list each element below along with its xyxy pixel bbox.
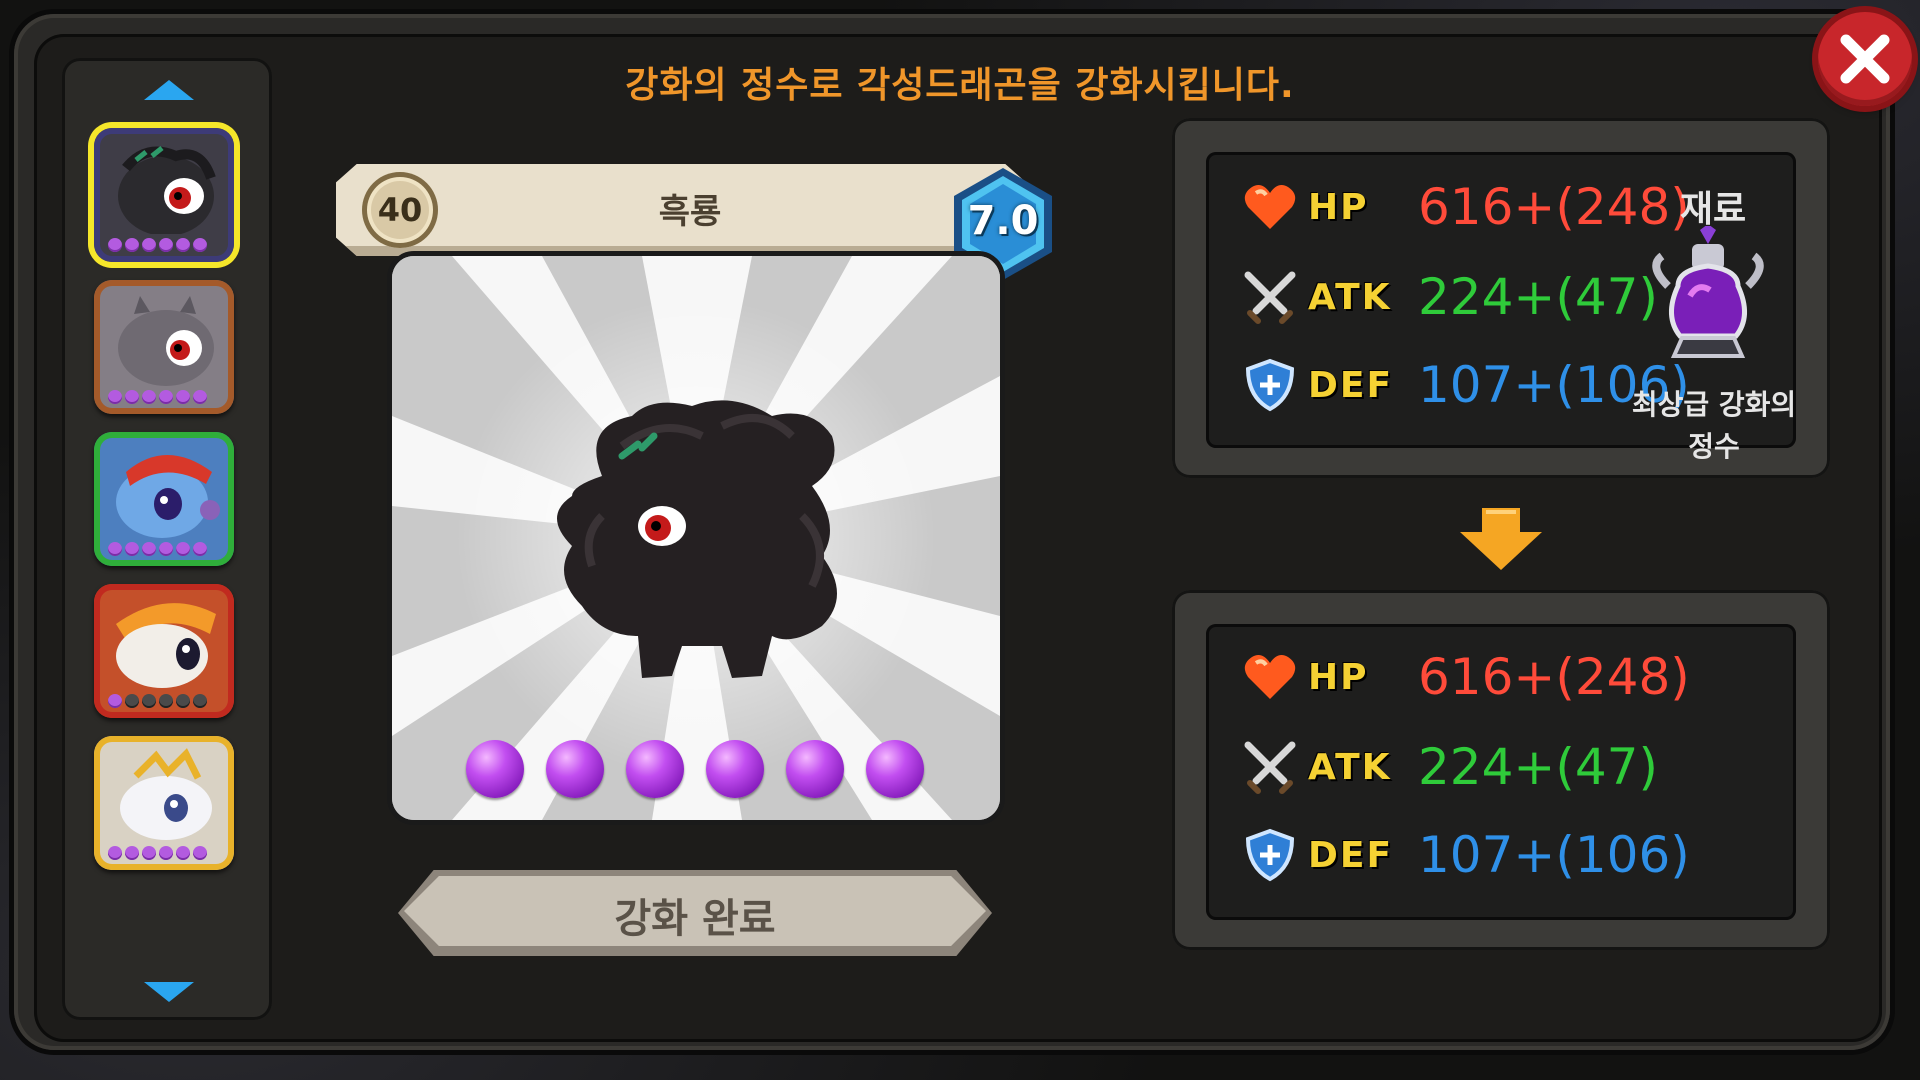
shield-icon bbox=[1245, 358, 1295, 412]
orb-6 bbox=[866, 740, 924, 798]
stat-value-def: 107+(106) bbox=[1418, 826, 1690, 884]
crossed-swords-icon bbox=[1244, 271, 1296, 324]
orb-1 bbox=[466, 740, 524, 798]
orb-3 bbox=[626, 740, 684, 798]
crossed-swords-icon bbox=[1244, 741, 1296, 794]
close-button[interactable] bbox=[1818, 12, 1912, 106]
stat-row-hp: HP 616+(248) bbox=[1242, 172, 1690, 242]
stats-after-inner: HP 616+(248) ATK 224+(47) DEF 107+(106) bbox=[1206, 624, 1796, 920]
dragon-slot-4[interactable] bbox=[94, 584, 234, 718]
stat-label-hp: HP bbox=[1308, 186, 1369, 228]
dragon-slot-3[interactable] bbox=[94, 432, 234, 566]
stat-label-def: DEF bbox=[1308, 364, 1394, 406]
star-rating bbox=[108, 542, 207, 556]
arrow-up-icon bbox=[144, 80, 194, 100]
level-badge: 40 bbox=[362, 172, 438, 248]
enhancement-essence-icon bbox=[1652, 226, 1764, 358]
stat-value-atk: 224+(47) bbox=[1418, 738, 1658, 796]
evolution-orbs bbox=[466, 740, 924, 798]
arrow-down-icon bbox=[144, 982, 194, 1002]
dragon-list[interactable] bbox=[62, 58, 272, 1020]
blue-dragon-avatar bbox=[116, 455, 220, 538]
scroll-down-button[interactable] bbox=[142, 980, 196, 1004]
material-label: 재료 bbox=[1679, 189, 1747, 230]
dragon-slot-1[interactable] bbox=[94, 128, 234, 262]
dragon-portrait bbox=[392, 256, 1000, 820]
material-name-line1: 최상급 강화의 bbox=[1631, 388, 1797, 421]
black-dragon-avatar bbox=[118, 146, 216, 234]
orb-2 bbox=[546, 740, 604, 798]
star-rating bbox=[108, 694, 207, 708]
star-rating bbox=[108, 238, 207, 252]
enhance-complete-label: 강화 완료 bbox=[614, 896, 776, 942]
black-dragon-figure bbox=[557, 400, 837, 678]
stats-after-panel: HP 616+(248) ATK 224+(47) DEF 107+(106) bbox=[1172, 590, 1830, 950]
stat-label-atk: ATK bbox=[1308, 276, 1392, 318]
stat-row-atk: ATK 224+(47) bbox=[1242, 732, 1658, 802]
orb-4 bbox=[706, 740, 764, 798]
white-gold-dragon-avatar bbox=[120, 748, 212, 840]
dialog-title: 강화의 정수로 각성드래곤을 강화시킵니다. bbox=[625, 65, 1295, 106]
star-rating bbox=[108, 390, 207, 404]
dragon-slot-2[interactable] bbox=[94, 280, 234, 414]
stat-label-atk: ATK bbox=[1308, 746, 1392, 788]
material-name: 최상급 강화의 정수 bbox=[1616, 384, 1812, 468]
material-name-line2: 정수 bbox=[1688, 430, 1740, 463]
dragon-name: 흑룡 bbox=[658, 192, 722, 232]
close-icon bbox=[1840, 34, 1890, 84]
grade-value: 7.0 bbox=[967, 198, 1039, 244]
stat-value-atk: 224+(47) bbox=[1418, 268, 1658, 326]
shield-icon bbox=[1245, 828, 1295, 882]
white-fire-dragon-avatar bbox=[116, 603, 216, 688]
stat-value-hp: 616+(248) bbox=[1418, 648, 1690, 706]
stat-row-atk: ATK 224+(47) bbox=[1242, 262, 1658, 332]
orb-5 bbox=[786, 740, 844, 798]
stat-label-def: DEF bbox=[1308, 834, 1394, 876]
heart-icon bbox=[1244, 185, 1296, 229]
heart-icon bbox=[1244, 655, 1296, 699]
arrow-down-result-icon bbox=[1460, 508, 1542, 570]
gray-dragon-avatar bbox=[118, 296, 214, 386]
scroll-up-button[interactable] bbox=[142, 78, 196, 102]
stat-label-hp: HP bbox=[1308, 656, 1369, 698]
dragon-slot-5[interactable] bbox=[94, 736, 234, 870]
star-rating bbox=[108, 846, 207, 860]
stat-row-hp: HP 616+(248) bbox=[1242, 642, 1690, 712]
stat-row-def: DEF 107+(106) bbox=[1242, 820, 1690, 890]
